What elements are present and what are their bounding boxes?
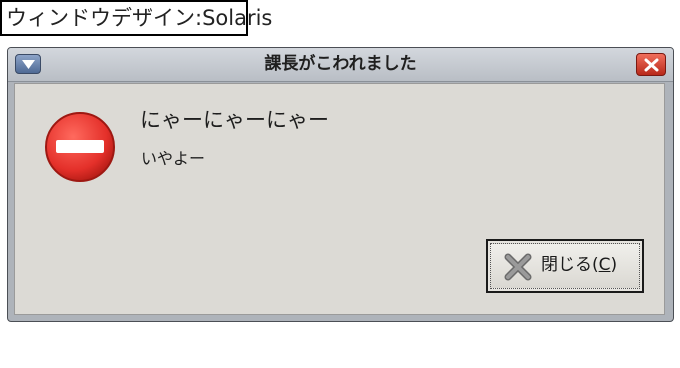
window-close-button[interactable] [636,53,666,76]
close-button-label-suffix: ) [610,255,618,275]
close-icon [644,58,659,72]
design-caption: ウィンドウデザイン:Solaris [0,0,272,36]
primary-message: にゃーにゃーにゃー [140,108,329,132]
dialog-window: 課長がこわれました にゃーにゃーにゃー いやよー 閉じる(C) [7,47,674,322]
secondary-message: いやよー [141,149,206,168]
error-stop-icon [45,112,115,182]
window-title: 課長がこわれました [264,54,417,74]
close-button-face[interactable]: 閉じる(C) [490,243,640,289]
close-button-label: 閉じる(C) [541,244,617,287]
close-button-mnemonic: C [598,255,611,275]
close-button-label-prefix: 閉じる( [541,255,599,275]
x-icon [504,253,532,281]
close-button[interactable]: 閉じる(C) [486,239,644,293]
dialog-content: にゃーにゃーにゃー いやよー 閉じる(C) [14,83,665,315]
title-bar[interactable]: 課長がこわれました [8,48,673,82]
